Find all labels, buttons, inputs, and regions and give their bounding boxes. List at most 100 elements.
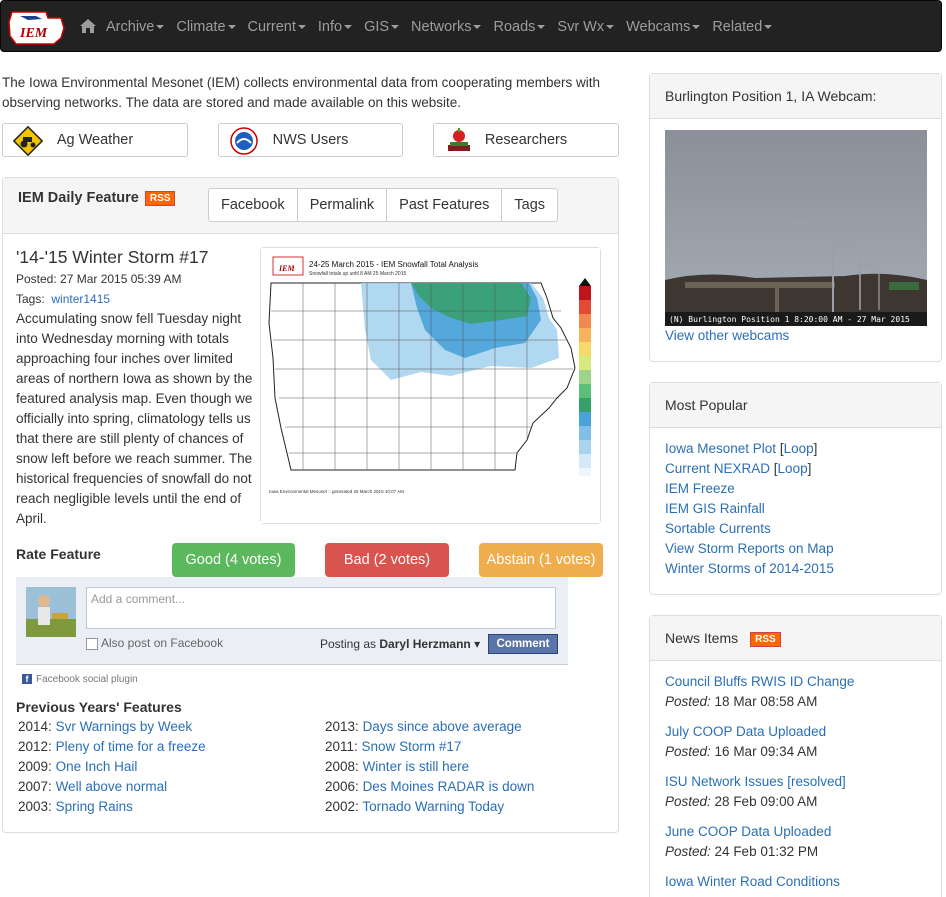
news-link[interactable]: Iowa Winter Road Conditions: [665, 872, 840, 892]
posted-label: Posted:: [665, 744, 711, 759]
prev-year: 2014:: [18, 719, 52, 734]
feature-heading-label: IEM Daily Feature: [18, 190, 139, 206]
popular-link[interactable]: Sortable Currents: [665, 521, 771, 536]
map-title: 24-25 March 2015 - IEM Snowfall Total An…: [309, 260, 478, 269]
tags-button[interactable]: Tags: [501, 188, 559, 222]
posting-as: Posting as Daryl Herzmann ▾: [320, 637, 480, 651]
prev-feature-link[interactable]: Des Moines RADAR is down: [363, 779, 535, 794]
nav-archive[interactable]: Archive: [106, 19, 165, 35]
popular-link[interactable]: View Storm Reports on Map: [665, 541, 834, 556]
nav-climate[interactable]: Climate: [176, 19, 236, 35]
prev-feature-link[interactable]: Snow Storm #17: [362, 739, 462, 754]
prev-year: 2011:: [325, 739, 358, 754]
popular-link[interactable]: Iowa Mesonet Plot: [665, 441, 776, 456]
prev-year: 2008:: [325, 759, 359, 774]
rss-badge[interactable]: RSS: [144, 190, 176, 206]
news-date: Posted: 16 Mar 09:34 AM: [665, 742, 826, 762]
news-link[interactable]: June COOP Data Uploaded: [665, 822, 831, 842]
prev-feature-link[interactable]: One Inch Hail: [56, 759, 138, 774]
permalink-button[interactable]: Permalink: [296, 188, 388, 222]
facebook-plugin-note[interactable]: f Facebook social plugin: [22, 674, 138, 685]
rss-badge[interactable]: RSS: [750, 631, 781, 647]
view-other-webcams-link[interactable]: View other webcams: [665, 328, 789, 343]
rate-feature-label: Rate Feature: [16, 546, 101, 562]
popular-loop-link[interactable]: Loop: [784, 441, 814, 456]
rate-bad-button[interactable]: Bad (2 votes): [325, 543, 449, 577]
caret-down-icon: [391, 25, 400, 30]
rate-good-button[interactable]: Good (4 votes): [172, 543, 295, 577]
posting-user[interactable]: Daryl Herzmann: [379, 637, 470, 651]
nav-info[interactable]: Info: [318, 19, 353, 35]
nav-webcams[interactable]: Webcams: [626, 19, 701, 35]
prev-feature-link[interactable]: Svr Warnings by Week: [56, 719, 193, 734]
popular-link[interactable]: Current NEXRAD: [665, 461, 770, 476]
posted-label: Posted:: [665, 844, 711, 859]
dropdown-arrow-icon[interactable]: ▾: [474, 637, 480, 651]
also-post-checkbox[interactable]: Also post on Facebook: [86, 636, 223, 650]
prev-feature-item: 2003: Spring Rains: [18, 799, 133, 814]
map-legend: [579, 278, 591, 476]
rate-abstain-button[interactable]: Abstain (1 votes): [479, 543, 603, 577]
nav-label: GIS: [364, 19, 390, 35]
prev-year: 2013:: [325, 719, 359, 734]
home-icon[interactable]: [79, 17, 97, 35]
feature-tags: Tags: winter1415: [16, 292, 110, 306]
nav-menu: Archive Climate Current Info GIS Network…: [106, 1, 784, 53]
comment-button[interactable]: Comment: [488, 634, 558, 654]
nav-svr-wx[interactable]: Svr Wx: [557, 19, 615, 35]
prev-year: 2002:: [325, 799, 359, 814]
popular-link[interactable]: IEM GIS Rainfall: [665, 501, 765, 516]
facebook-button[interactable]: Facebook: [208, 188, 298, 222]
nav-roads[interactable]: Roads: [493, 19, 546, 35]
caret-down-icon: [473, 25, 482, 30]
prev-feature-item: 2013: Days since above average: [325, 719, 522, 734]
feature-heading: IEM Daily Feature RSS: [18, 190, 176, 206]
snowfall-map-image[interactable]: IEM 24-25 March 2015 - IEM Snowfall Tota…: [260, 247, 601, 524]
ag-weather-button[interactable]: Ag Weather: [2, 123, 188, 157]
news-link[interactable]: ISU Network Issues [resolved]: [665, 772, 846, 792]
nav-label: Roads: [493, 19, 536, 35]
iem-logo[interactable]: IEM: [6, 6, 68, 48]
prev-feature-item: 2008: Winter is still here: [325, 759, 469, 774]
nav-label: Archive: [106, 19, 155, 35]
nav-current[interactable]: Current: [248, 19, 306, 35]
most-popular-heading: Most Popular: [650, 383, 941, 428]
list-item: Winter Storms of 2014-2015: [665, 559, 834, 579]
prev-feature-link[interactable]: Spring Rains: [56, 799, 133, 814]
news-item: ISU Network Issues [resolved] Posted: 28…: [665, 772, 846, 812]
nav-label: Related: [712, 19, 763, 35]
news-link[interactable]: July COOP Data Uploaded: [665, 722, 826, 742]
most-popular-list: Iowa Mesonet Plot [Loop] Current NEXRAD …: [665, 439, 834, 579]
prev-year: 2003:: [18, 799, 52, 814]
prev-feature-link[interactable]: Days since above average: [363, 719, 522, 734]
svg-text:IEM: IEM: [19, 26, 48, 41]
popular-link[interactable]: IEM Freeze: [665, 481, 735, 496]
popular-loop-link[interactable]: Loop: [778, 461, 808, 476]
nav-gis[interactable]: GIS: [364, 19, 400, 35]
popular-link[interactable]: Winter Storms of 2014-2015: [665, 561, 834, 576]
nws-users-button[interactable]: NWS Users: [218, 123, 403, 157]
prev-feature-link[interactable]: Pleny of time for a freeze: [56, 739, 206, 754]
webcam-image[interactable]: (N) Burlington Position 1 8:20:00 AM - 2…: [665, 130, 927, 326]
nav-label: Networks: [411, 19, 472, 35]
prev-feature-link[interactable]: Tornado Warning Today: [362, 799, 504, 814]
news-heading: News Items RSS: [650, 616, 941, 661]
news-link[interactable]: Council Bluffs RWIS ID Change: [665, 672, 854, 692]
news-item: Council Bluffs RWIS ID Change Posted: 18…: [665, 672, 854, 712]
list-item: IEM GIS Rainfall: [665, 499, 834, 519]
prev-year: 2007:: [18, 779, 52, 794]
list-item: IEM Freeze: [665, 479, 834, 499]
prev-feature-link[interactable]: Winter is still here: [363, 759, 470, 774]
past-features-button[interactable]: Past Features: [386, 188, 503, 222]
news-date-value: 28 Feb 09:00 AM: [714, 794, 818, 809]
nav-networks[interactable]: Networks: [411, 19, 482, 35]
prev-feature-link[interactable]: Well above normal: [56, 779, 168, 794]
researchers-button[interactable]: Researchers: [433, 123, 619, 157]
news-date: Posted: 28 Feb 09:00 AM: [665, 792, 846, 812]
nav-related[interactable]: Related: [712, 19, 773, 35]
tag-link[interactable]: winter1415: [51, 292, 110, 306]
posting-as-label: Posting as: [320, 637, 377, 651]
facebook-comment-box: Add a comment... Also post on Facebook P…: [16, 577, 568, 665]
checkbox-icon[interactable]: [86, 637, 98, 650]
comment-input[interactable]: Add a comment...: [86, 587, 556, 629]
